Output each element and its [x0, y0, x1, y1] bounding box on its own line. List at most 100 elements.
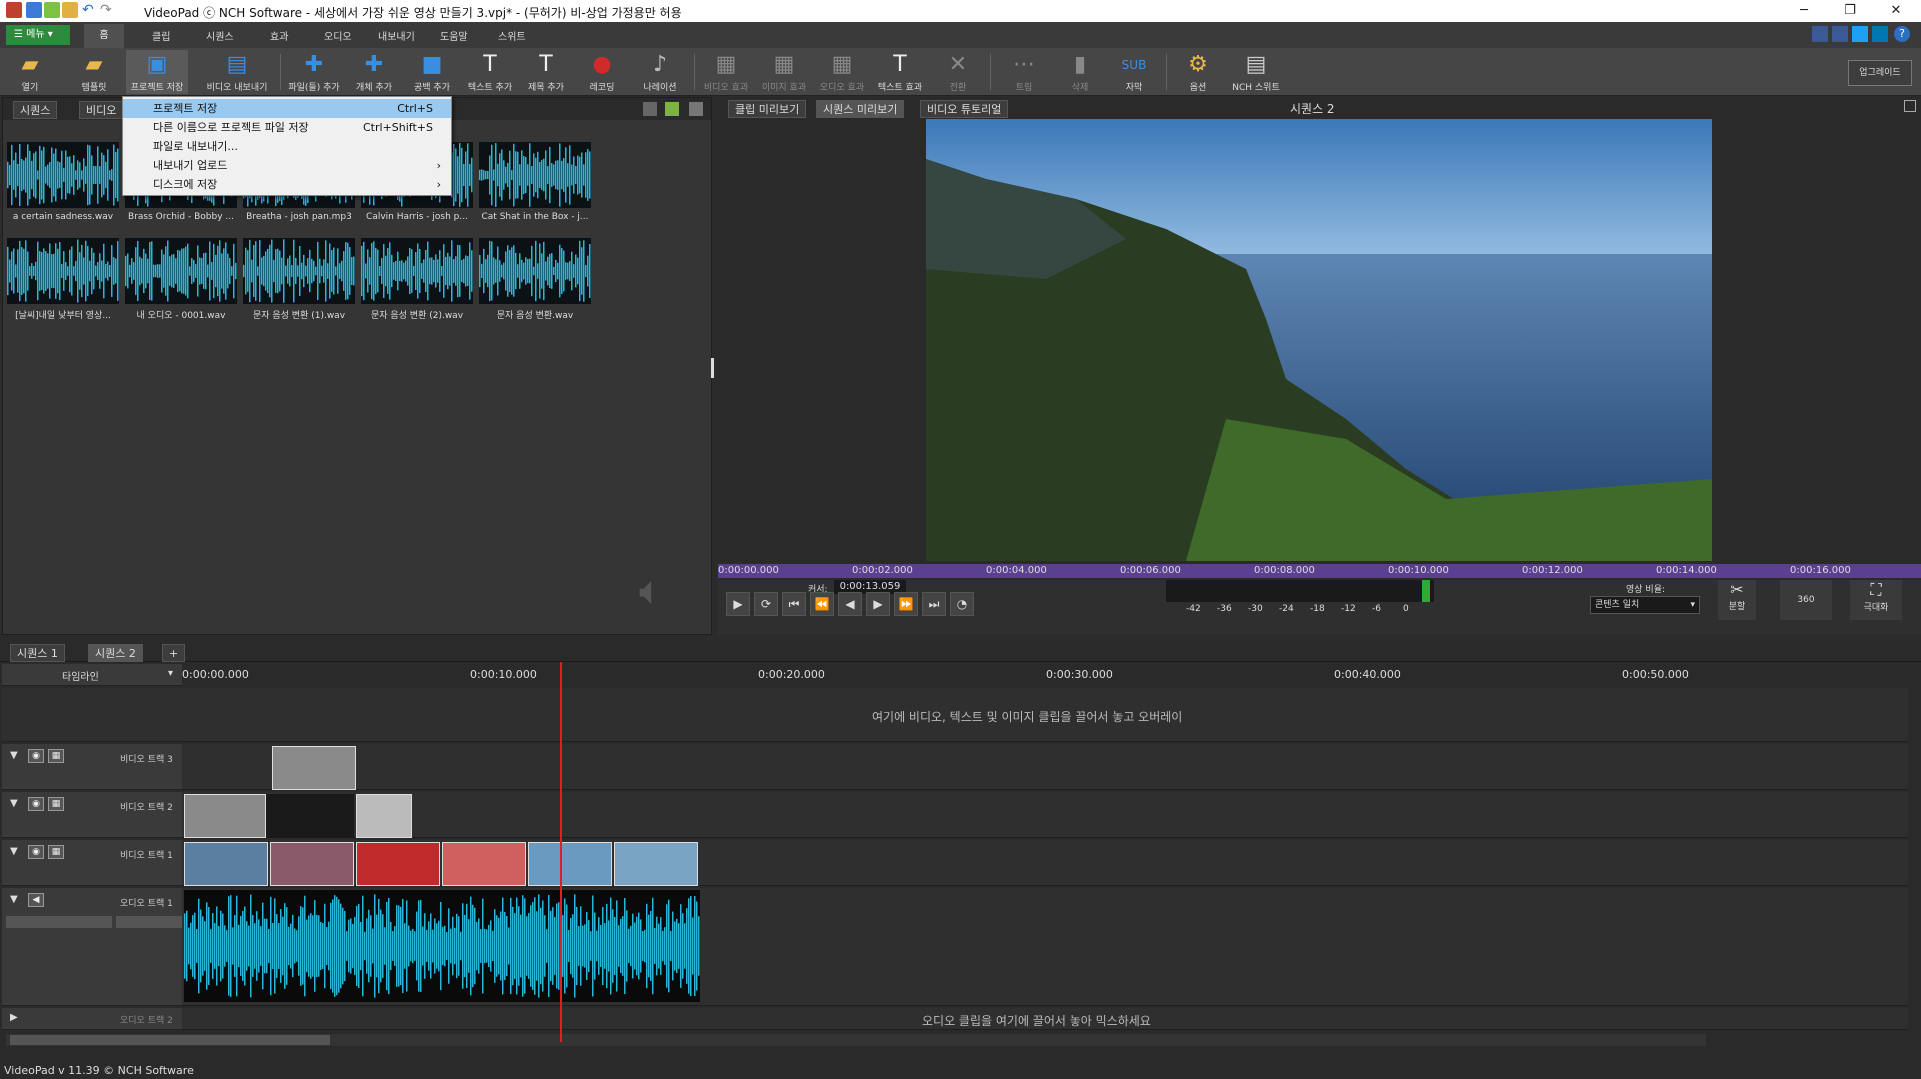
- add-folder-icon[interactable]: [665, 102, 679, 116]
- open-folder-icon[interactable]: [44, 2, 60, 18]
- video-clip[interactable]: [272, 746, 356, 790]
- tab-audio[interactable]: 오디오: [324, 28, 352, 43]
- audio-drop-zone[interactable]: 오디오 클립을 여기에 끌어서 놓아 믹스하세요: [182, 1008, 1908, 1030]
- list-view-icon[interactable]: [689, 102, 703, 116]
- tab-export[interactable]: 내보내기: [378, 28, 415, 43]
- audio-effects-button[interactable]: ▦ 오디오 효과: [814, 50, 870, 94]
- visibility-icon[interactable]: ◉: [28, 749, 44, 763]
- undo-icon[interactable]: ↶: [82, 2, 98, 18]
- video-clip[interactable]: [528, 842, 612, 886]
- tab-sequence-preview[interactable]: 시퀀스 미리보기: [816, 100, 905, 118]
- open-button[interactable]: ▰ 열기: [2, 50, 58, 94]
- media-clip[interactable]: 문자 음성 변환 (1).wav: [243, 238, 355, 328]
- menu-item-save-disc[interactable]: 디스크에 저장 ›: [123, 175, 451, 194]
- panel-splitter[interactable]: [711, 358, 714, 378]
- video-clip[interactable]: [184, 794, 266, 838]
- close-button[interactable]: ✕: [1878, 2, 1914, 20]
- chevron-down-icon[interactable]: ▾: [168, 668, 173, 679]
- video-effects-button[interactable]: ▦ 비디오 효과: [698, 50, 754, 94]
- menu-item-save-project[interactable]: 프로젝트 저장 Ctrl+S: [123, 99, 451, 118]
- pan-slider[interactable]: [116, 916, 182, 928]
- media-clip[interactable]: [날씨]내일 낮부터 영상...: [7, 238, 119, 328]
- timeline-ruler[interactable]: 0:00:00.000 0:00:10.000 0:00:20.000 0:00:30…: [182, 664, 1908, 686]
- media-clip[interactable]: Cat Shat in the Box - j...: [479, 142, 591, 232]
- image-effects-button[interactable]: ▦ 이미지 효과: [756, 50, 812, 94]
- tab-clip[interactable]: 클립: [152, 28, 170, 43]
- expand-icon[interactable]: ▶: [10, 1012, 18, 1023]
- video-clip[interactable]: [270, 842, 354, 886]
- nch-suite-button[interactable]: ▤ NCH 스위트: [1226, 50, 1286, 94]
- aspect-ratio-select[interactable]: 콘텐츠 일치 ▾: [1590, 596, 1700, 614]
- go-start-button[interactable]: ⏮: [782, 592, 806, 616]
- new-icon[interactable]: [26, 2, 42, 18]
- tab-suite[interactable]: 스위트: [498, 28, 526, 43]
- narration-button[interactable]: ♪ 나레이션: [632, 50, 688, 94]
- visibility-icon[interactable]: ◉: [28, 797, 44, 811]
- save-icon[interactable]: [62, 2, 78, 18]
- video-clip[interactable]: [614, 842, 698, 886]
- upgrade-button[interactable]: 업그레이드: [1848, 60, 1912, 86]
- overlay-drop-zone[interactable]: 여기에 비디오, 텍스트 및 이미지 클립을 끌어서 놓고 오버레이: [182, 688, 1908, 742]
- subtitles-button[interactable]: SUB 자막: [1106, 50, 1162, 94]
- go-end-button[interactable]: ⏭: [922, 592, 946, 616]
- speed-button[interactable]: ◔: [950, 592, 974, 616]
- audio-waveform[interactable]: [184, 890, 700, 1002]
- audio-track-1[interactable]: [182, 888, 1908, 1006]
- tab-sequence-1[interactable]: 시퀀스 1: [10, 644, 65, 662]
- collapse-icon[interactable]: ▼: [10, 750, 18, 761]
- linkedin-icon[interactable]: [1872, 26, 1888, 42]
- delete-button[interactable]: ▮ 삭제: [1052, 50, 1108, 94]
- add-files-button[interactable]: ✚ 파일(들) 추가: [286, 50, 342, 94]
- play-button[interactable]: ▶: [726, 592, 750, 616]
- record-button[interactable]: ● 레코딩: [574, 50, 630, 94]
- video-track-1[interactable]: [182, 840, 1908, 886]
- collapse-icon[interactable]: ▼: [10, 798, 18, 809]
- text-effects-button[interactable]: T 텍스트 효과: [872, 50, 928, 94]
- volume-slider[interactable]: [6, 916, 112, 928]
- tab-effects[interactable]: 효과: [270, 28, 288, 43]
- prev-clip-button[interactable]: ⏪: [810, 592, 834, 616]
- track-options-icon[interactable]: ▦: [48, 845, 64, 859]
- twitter-icon[interactable]: [1852, 26, 1868, 42]
- tab-sequence-2[interactable]: 시퀀스 2: [88, 644, 143, 662]
- next-clip-button[interactable]: ⏩: [894, 592, 918, 616]
- tab-help[interactable]: 도움말: [440, 28, 468, 43]
- facebook-icon[interactable]: [1832, 26, 1848, 42]
- video-clip[interactable]: [184, 842, 268, 886]
- export-video-button[interactable]: ▤ 비디오 내보내기: [202, 50, 272, 94]
- menu-item-export-file[interactable]: 파일로 내보내기...: [123, 137, 451, 156]
- help-icon[interactable]: ?: [1894, 26, 1910, 42]
- video-clip[interactable]: [442, 842, 526, 886]
- track-options-icon[interactable]: ▦: [48, 797, 64, 811]
- horizontal-scrollbar[interactable]: [6, 1034, 1706, 1046]
- restore-button[interactable]: ❐: [1832, 2, 1868, 20]
- tab-home[interactable]: 홈: [84, 24, 124, 48]
- video-clip[interactable]: [356, 794, 412, 838]
- video-track-3[interactable]: [182, 744, 1908, 790]
- add-sequence-button[interactable]: +: [162, 644, 186, 662]
- media-clip[interactable]: 문자 음성 변환.wav: [479, 238, 591, 328]
- tab-video-tutorial[interactable]: 비디오 튜토리얼: [920, 100, 1009, 118]
- options-button[interactable]: ⚙ 옵션: [1170, 50, 1226, 94]
- trim-button[interactable]: ⋯ 트림: [996, 50, 1052, 94]
- video-clip[interactable]: [356, 842, 440, 886]
- add-objects-button[interactable]: ✚ 개체 추가: [346, 50, 402, 94]
- tab-video[interactable]: 비디오: [79, 101, 124, 119]
- prev-frame-button[interactable]: ◀: [838, 592, 862, 616]
- tab-clip-preview[interactable]: 클립 미리보기: [728, 100, 807, 118]
- add-text-button[interactable]: T 텍스트 추가: [462, 50, 518, 94]
- video-track-2[interactable]: [182, 792, 1908, 838]
- menu-item-export-upload[interactable]: 내보내기 업로드 ›: [123, 156, 451, 175]
- track-options-icon[interactable]: ▦: [48, 749, 64, 763]
- maximize-button[interactable]: ⛶ 극대화: [1850, 580, 1902, 620]
- media-clip[interactable]: a certain sadness.wav: [7, 142, 119, 232]
- menu-button[interactable]: ☰ 메뉴 ▾: [6, 25, 70, 45]
- tab-sequence[interactable]: 시퀀스: [206, 28, 234, 43]
- 360-button[interactable]: 360: [1780, 580, 1832, 620]
- redo-icon[interactable]: ↷: [100, 2, 116, 18]
- mute-icon[interactable]: ◀: [28, 893, 44, 907]
- collapse-icon[interactable]: ▼: [10, 894, 18, 905]
- media-clip[interactable]: 문자 음성 변환 (2).wav: [361, 238, 473, 328]
- transitions-button[interactable]: ✕ 전환: [930, 50, 986, 94]
- add-title-button[interactable]: T 제목 추가: [518, 50, 574, 94]
